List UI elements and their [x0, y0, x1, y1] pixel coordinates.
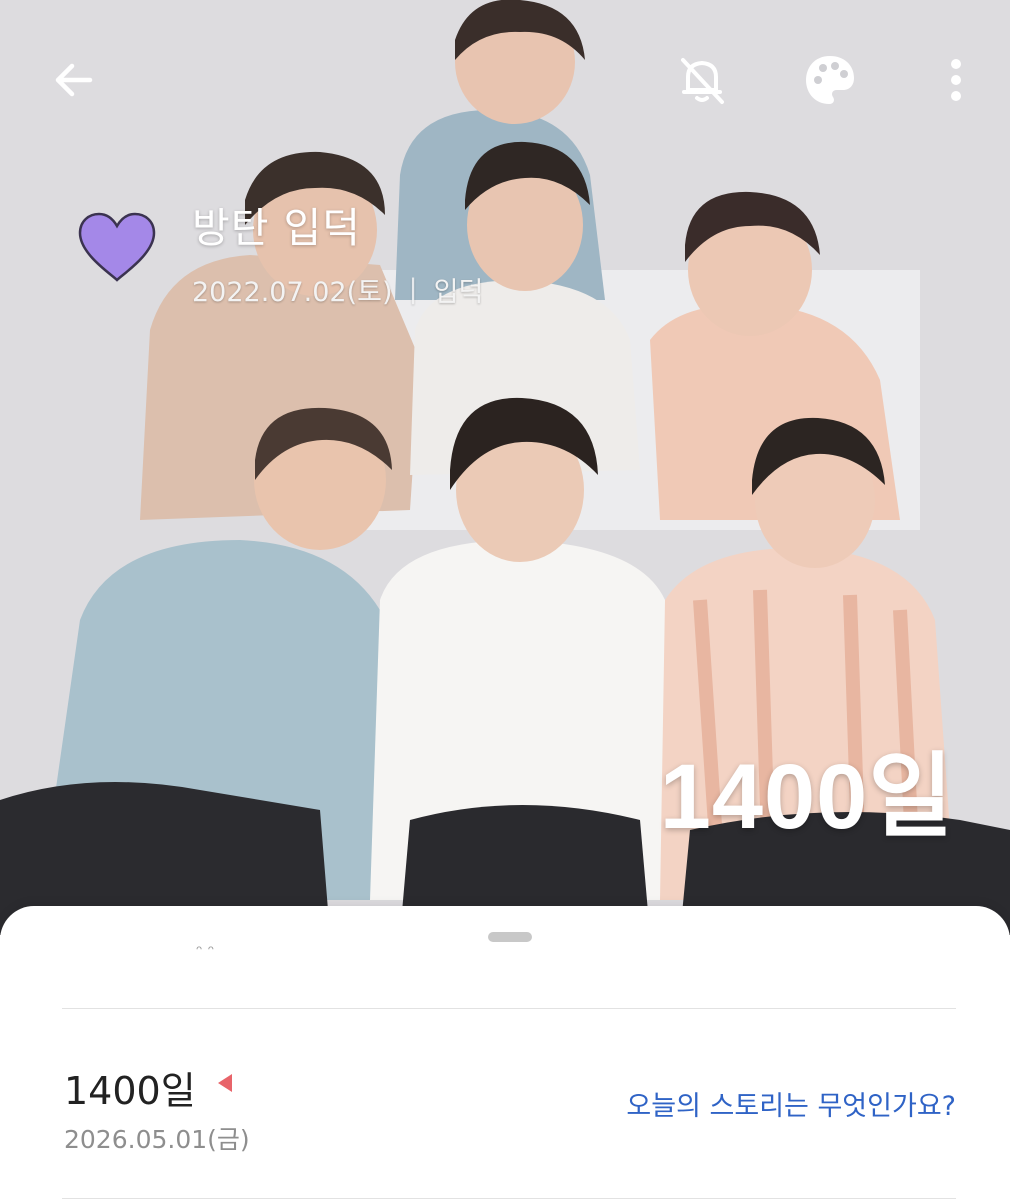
entry-date: 2026.05.01(금)	[64, 1125, 250, 1154]
dday-start-date: 2022.07.02(토)	[192, 277, 393, 308]
sheet-drag-handle[interactable]	[488, 932, 532, 942]
top-bar	[0, 0, 1010, 160]
separator: |	[408, 274, 418, 305]
sheet-peek-text: ᵔ ᵔ	[196, 942, 215, 961]
divider	[62, 1198, 956, 1199]
background-photo: 방탄 입덕 2022.07.02(토) | 입덕 1400일	[0, 0, 1010, 935]
bell-off-icon	[681, 58, 724, 104]
dday-title: 방탄 입덕	[192, 204, 361, 252]
back-button[interactable]	[42, 48, 106, 112]
palette-icon	[806, 56, 854, 104]
more-options-button[interactable]	[924, 48, 988, 112]
bottom-sheet: ᵔ ᵔ 1400일 2026.05.01(금) 오늘의 스토리는 무엇인가요?	[0, 906, 1010, 1200]
entry-count: 1400일	[64, 1069, 196, 1113]
notification-mute-button[interactable]	[670, 48, 734, 112]
dday-count: 1400일	[659, 746, 954, 848]
arrow-left-icon	[55, 63, 93, 97]
more-vertical-icon	[951, 59, 961, 101]
heart-icon	[78, 212, 156, 282]
flag-icon	[218, 1074, 232, 1092]
divider	[62, 1008, 956, 1009]
dday-tag: 입덕	[433, 277, 484, 308]
theme-palette-button[interactable]	[798, 48, 862, 112]
story-prompt-link[interactable]: 오늘의 스토리는 무엇인가요?	[626, 1084, 956, 1123]
dday-subtitle: 2022.07.02(토) | 입덕	[192, 270, 483, 309]
